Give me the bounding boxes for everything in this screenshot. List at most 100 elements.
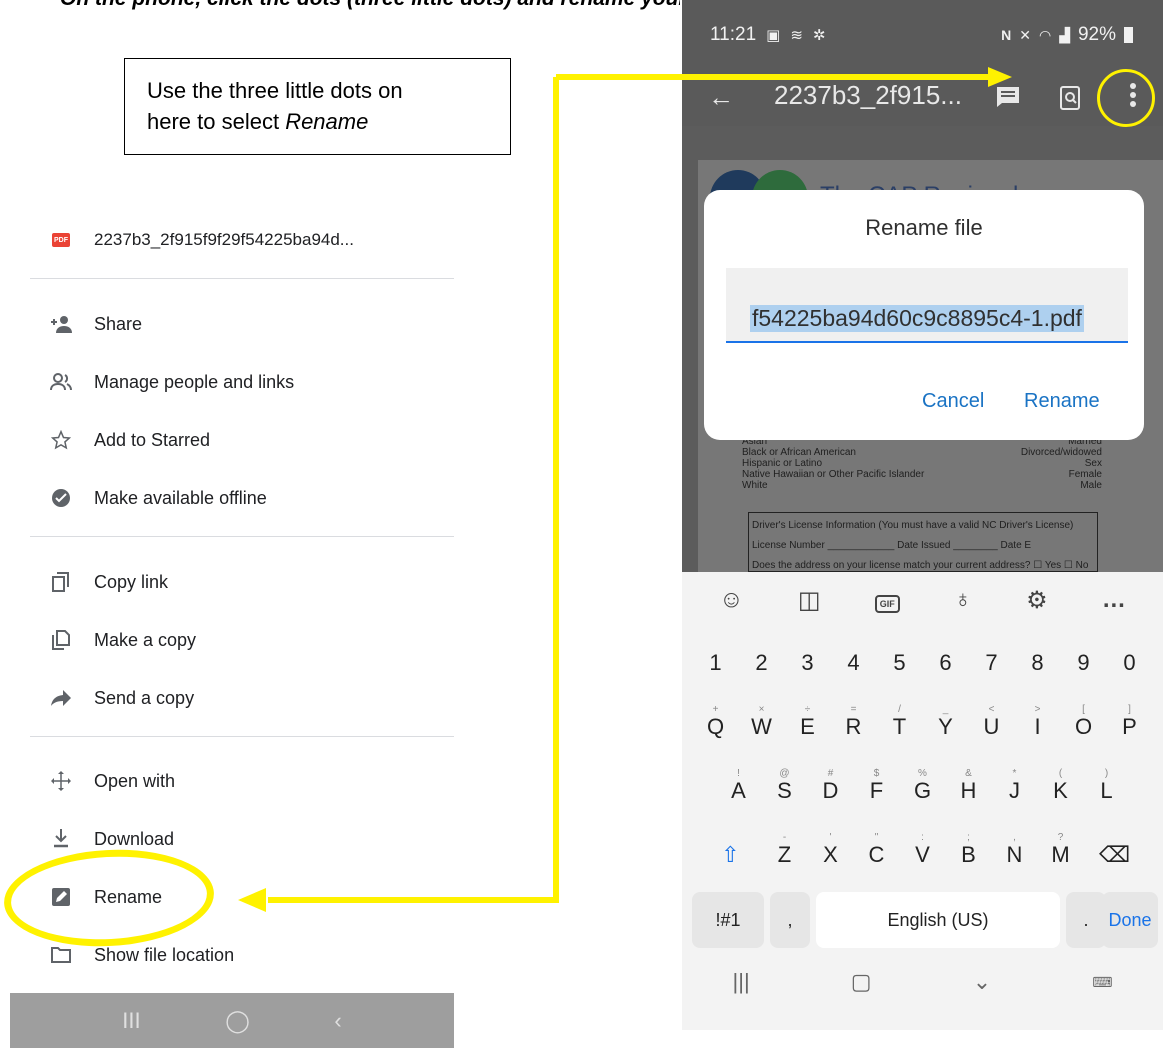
key-o[interactable]: [O: [1062, 700, 1106, 754]
done-key[interactable]: Done: [1102, 892, 1158, 948]
document-preview: The CAP Regional AsianMarried Black or A…: [682, 126, 1163, 677]
key-label: N: [1006, 842, 1023, 867]
key-alt-label: ÷: [804, 704, 811, 715]
menu-item-manage-people[interactable]: Manage people and links: [30, 357, 454, 407]
menu-item-copy-link[interactable]: Copy link: [30, 557, 454, 607]
backspace-key[interactable]: ⌫: [1085, 828, 1145, 882]
key-k[interactable]: (K: [1039, 764, 1083, 818]
clock: 11:21: [710, 24, 757, 45]
back-button[interactable]: ‹: [334, 1008, 341, 1034]
key-alt-label: ,: [1013, 832, 1016, 843]
menu-item-make-copy[interactable]: Make a copy: [30, 615, 454, 665]
key-r[interactable]: = R: [832, 700, 876, 754]
key-f[interactable]: $ F: [855, 764, 899, 818]
keyboard-switch-icon[interactable]: ⌨: [1092, 974, 1112, 991]
key-label: Q: [706, 714, 725, 739]
settings-icon[interactable]: ⚙: [1026, 586, 1048, 615]
key-q[interactable]: + Q: [694, 700, 738, 754]
key-label: A: [731, 778, 746, 803]
key-1[interactable]: 1: [694, 636, 738, 690]
menu-item-offline[interactable]: Make available offline: [30, 473, 454, 523]
key-p[interactable]: ] P: [1108, 700, 1152, 754]
key-label: V: [915, 842, 930, 867]
key-g[interactable]: % G: [901, 764, 945, 818]
key-t[interactable]: / T: [878, 700, 922, 754]
key-c[interactable]: " C: [855, 828, 899, 882]
key-z[interactable]: -Z: [763, 828, 807, 882]
comma-key[interactable]: ,: [770, 892, 810, 948]
home-button[interactable]: ◯: [225, 1008, 250, 1034]
letter-row-3: ⇧ - Z ' X " C: V; B, N? M ⌫: [682, 828, 1163, 882]
key-i[interactable]: > I: [1016, 700, 1060, 754]
sticker-icon[interactable]: ◫: [798, 586, 821, 615]
key-9[interactable]: 9: [1062, 636, 1106, 690]
comment-icon[interactable]: [996, 86, 1020, 113]
key-label: D: [822, 778, 839, 803]
home-button[interactable]: ▢: [851, 969, 872, 995]
menu-item-starred[interactable]: Add to Starred: [30, 415, 454, 465]
key-alt-label: ): [1104, 768, 1109, 779]
key-b[interactable]: ; B: [947, 828, 991, 882]
key-3[interactable]: 3: [786, 636, 830, 690]
letter-row-2: ! A @ S # D $ F% G & H * J(K) L: [682, 764, 1163, 818]
key-5[interactable]: 5: [878, 636, 922, 690]
key-alt-label: @: [779, 768, 790, 779]
symbols-key[interactable]: !#1: [692, 892, 764, 948]
rename-input[interactable]: f54225ba94d60c9c8895c4-1.pdf: [726, 268, 1128, 343]
key-6[interactable]: 6: [924, 636, 968, 690]
key-u[interactable]: < U: [970, 700, 1014, 754]
hide-keyboard-button[interactable]: ⌄: [973, 969, 991, 995]
callout-line1: Use the three little dots on: [147, 78, 403, 103]
period-key[interactable]: .: [1066, 892, 1106, 948]
key-alt-label: >: [1034, 704, 1041, 715]
back-arrow-icon[interactable]: ←: [708, 82, 734, 113]
key-h[interactable]: & H: [947, 764, 991, 818]
key-0[interactable]: 0: [1108, 636, 1152, 690]
recent-apps-button[interactable]: |||: [733, 969, 750, 995]
key-m[interactable]: ? M: [1039, 828, 1083, 882]
rename-input-value: f54225ba94d60c9c8895c4-1.pdf: [750, 305, 1084, 332]
key-j[interactable]: * J: [993, 764, 1037, 818]
emoji-icon[interactable]: ☺: [719, 586, 744, 614]
menu-item-share[interactable]: Share: [30, 299, 454, 349]
key-8[interactable]: 8: [1016, 636, 1060, 690]
key-label: O: [1074, 714, 1093, 739]
cancel-button[interactable]: Cancel: [922, 390, 984, 413]
key-w[interactable]: × W: [740, 700, 784, 754]
key-s[interactable]: @ S: [763, 764, 807, 818]
key-2[interactable]: 2: [740, 636, 784, 690]
key-7[interactable]: 7: [970, 636, 1014, 690]
rename-button[interactable]: Rename: [1024, 390, 1100, 413]
key-x[interactable]: ' X: [809, 828, 853, 882]
open-with-icon: [50, 770, 72, 792]
download-icon: [50, 828, 72, 850]
key-e[interactable]: ÷ E: [786, 700, 830, 754]
key-n[interactable]: ,N: [993, 828, 1037, 882]
key-4[interactable]: 4: [832, 636, 876, 690]
key-label: W: [751, 714, 772, 739]
key-d[interactable]: # D: [809, 764, 853, 818]
instruction-callout: Use the three little dots on here to sel…: [124, 58, 511, 155]
key-alt-label: (: [1058, 768, 1063, 779]
gif-icon[interactable]: GIF: [874, 586, 900, 614]
menu-item-send-copy[interactable]: Send a copy: [30, 673, 454, 723]
key-y[interactable]: _ Y: [924, 700, 968, 754]
key-a[interactable]: ! A: [717, 764, 761, 818]
menu-divider: [30, 536, 454, 537]
key-alt-label: *: [1012, 768, 1017, 779]
microphone-icon[interactable]: ♁: [954, 586, 972, 614]
recent-apps-button[interactable]: III: [122, 1008, 140, 1034]
key-alt-label: -: [782, 832, 787, 843]
letter-row-1: + Q × W ÷ E = R / T _ Y < U > I[O] P: [682, 700, 1163, 754]
key-label: 2: [755, 650, 768, 675]
shift-key[interactable]: ⇧: [701, 828, 761, 882]
left-system-nav-bar: III ◯ ‹: [10, 993, 454, 1048]
key-v[interactable]: :V: [901, 828, 945, 882]
key-l[interactable]: ) L: [1085, 764, 1129, 818]
find-in-page-icon[interactable]: [1060, 86, 1080, 115]
phone-system-nav-bar: ||| ▢ ⌄ ⌨: [682, 952, 1163, 1012]
space-key[interactable]: English (US): [816, 892, 1060, 948]
signal-icon: ▟: [1059, 26, 1070, 43]
more-icon[interactable]: …: [1102, 586, 1126, 614]
menu-item-open-with[interactable]: Open with: [30, 756, 454, 806]
